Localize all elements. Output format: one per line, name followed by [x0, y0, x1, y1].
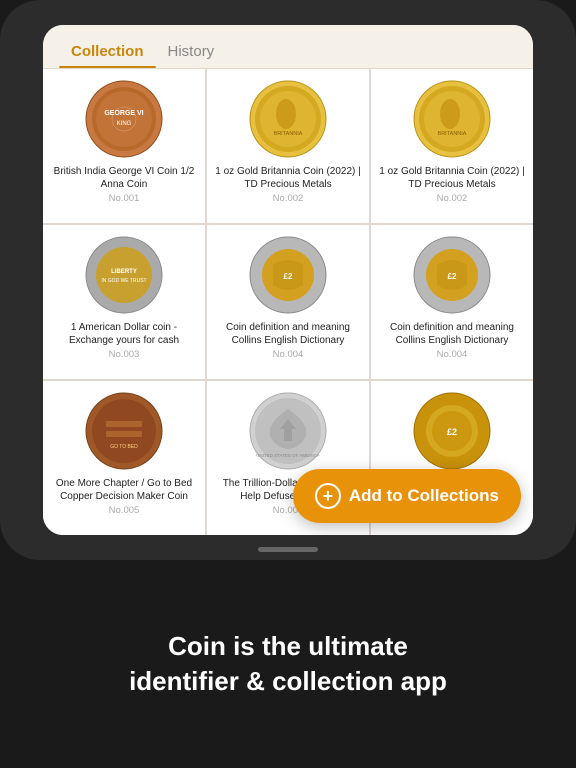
phone-screen: Collection History GEORGE VI KING Britis…: [43, 25, 533, 535]
coin-title: 1 oz Gold Britannia Coin (2022) | TD Pre…: [215, 165, 361, 191]
coin-image: LIBERTY IN GOD WE TRUST: [84, 235, 164, 315]
tagline: Coin is the ultimate identifier & collec…: [129, 629, 447, 699]
coin-number: No.002: [273, 193, 304, 204]
tagline-line1: Coin is the ultimate: [168, 631, 408, 661]
svg-text:£2: £2: [447, 427, 457, 437]
add-to-collections-button[interactable]: + Add to Collections: [293, 469, 521, 523]
svg-text:BRITANNIA: BRITANNIA: [274, 131, 303, 137]
svg-text:KING: KING: [117, 121, 132, 127]
tab-collection[interactable]: Collection: [59, 35, 156, 68]
coin-image: GEORGE VI KING: [84, 79, 164, 159]
tab-bar: Collection History: [43, 25, 533, 69]
coin-cell[interactable]: £2 Coin definition and meaning Collins E…: [207, 225, 369, 379]
coins-grid: GEORGE VI KING British India George VI C…: [43, 69, 533, 535]
coin-image: BRITANNIA: [248, 79, 328, 159]
coin-image: £2: [412, 235, 492, 315]
coin-number: No.004: [437, 349, 468, 360]
coin-cell[interactable]: BRITANNIA 1 oz Gold Britannia Coin (2022…: [207, 69, 369, 223]
coin-title: British India George VI Coin 1/2 Anna Co…: [51, 165, 197, 191]
plus-icon: +: [315, 483, 341, 509]
coin-number: No.005: [109, 505, 140, 516]
coin-title: Coin definition and meaning Collins Engl…: [379, 321, 525, 347]
coin-title: 1 oz Gold Britannia Coin (2022) | TD Pre…: [379, 165, 525, 191]
coin-title: Coin definition and meaning Collins Engl…: [215, 321, 361, 347]
coin-image: GO TO BED: [84, 391, 164, 471]
svg-text:GEORGE VI: GEORGE VI: [104, 110, 143, 117]
coin-image: BRITANNIA: [412, 79, 492, 159]
svg-text:GO TO BED: GO TO BED: [110, 444, 138, 450]
bottom-section: Coin is the ultimate identifier & collec…: [0, 560, 576, 768]
coin-image: UNITED STATES OF AMERICA: [248, 391, 328, 471]
svg-text:£2: £2: [284, 272, 293, 281]
tagline-line2: identifier & collection app: [129, 666, 447, 696]
coin-image: £2: [412, 391, 492, 471]
coin-number: No.001: [109, 193, 140, 204]
tab-history[interactable]: History: [156, 35, 227, 68]
svg-text:BRITANNIA: BRITANNIA: [438, 131, 467, 137]
coin-cell[interactable]: BRITANNIA 1 oz Gold Britannia Coin (2022…: [371, 69, 533, 223]
coin-cell[interactable]: £2 Coin definition and meaning Collins E…: [371, 225, 533, 379]
coin-number: No.002: [437, 193, 468, 204]
svg-text:IN GOD WE TRUST: IN GOD WE TRUST: [101, 278, 146, 284]
coin-cell[interactable]: GO TO BED One More Chapter / Go to Bed C…: [43, 381, 205, 535]
coin-cell[interactable]: LIBERTY IN GOD WE TRUST 1 American Dolla…: [43, 225, 205, 379]
svg-text:LIBERTY: LIBERTY: [111, 269, 137, 275]
svg-text:£2: £2: [448, 272, 457, 281]
coin-cell[interactable]: GEORGE VI KING British India George VI C…: [43, 69, 205, 223]
add-button-label: Add to Collections: [349, 486, 499, 506]
coin-number: No.003: [109, 349, 140, 360]
coin-number: No.004: [273, 349, 304, 360]
home-indicator: [258, 547, 318, 552]
coin-title: One More Chapter / Go to Bed Copper Deci…: [51, 477, 197, 503]
svg-text:UNITED STATES OF AMERICA: UNITED STATES OF AMERICA: [256, 453, 320, 458]
coin-image: £2: [248, 235, 328, 315]
phone-frame: Collection History GEORGE VI KING Britis…: [0, 0, 576, 560]
coin-title: 1 American Dollar coin - Exchange yours …: [51, 321, 197, 347]
